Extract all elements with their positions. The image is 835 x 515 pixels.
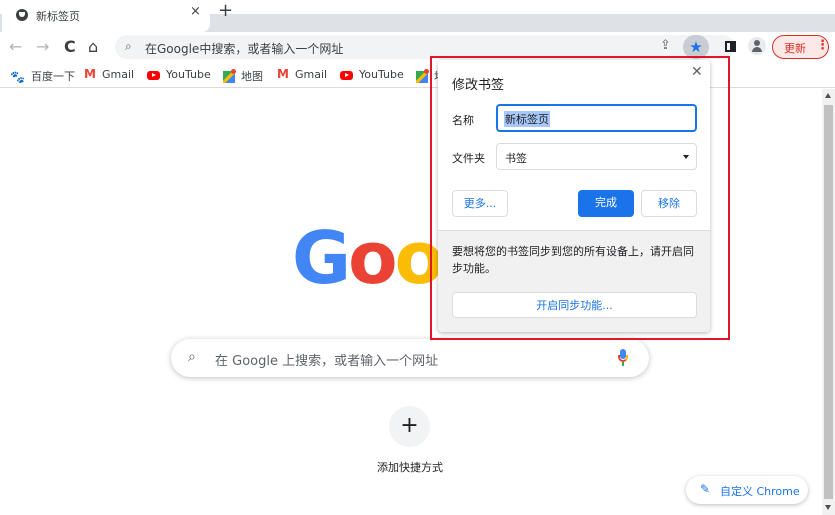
menu-icon[interactable]: ⋮: [816, 38, 829, 53]
more-button[interactable]: 更多...: [452, 190, 508, 217]
ntp-search-box[interactable]: ⌕ 在 Google 上搜索，或者输入一个网址: [171, 339, 649, 377]
search-icon: ⌕: [125, 39, 132, 53]
close-icon[interactable]: ✕: [691, 64, 703, 80]
omnibox[interactable]: ⌕ 在Google中搜索，或者输入一个网址 ⇪: [115, 35, 735, 59]
dialog-title: 修改书签: [452, 78, 505, 93]
logo-letter: o: [394, 216, 444, 300]
logo-letter: o: [348, 216, 397, 300]
bookmark-label: YouTube: [359, 68, 404, 81]
gmail-icon: [277, 67, 289, 81]
bookmark-gmail[interactable]: Gmail: [84, 67, 135, 81]
vertical-scrollbar[interactable]: [822, 89, 835, 515]
done-button[interactable]: 完成: [578, 190, 634, 217]
pencil-icon: ✎: [700, 482, 711, 496]
add-shortcut-button[interactable]: +: [389, 406, 430, 447]
baidu-icon: 🐾: [10, 70, 25, 84]
profile-avatar-icon[interactable]: [748, 37, 766, 55]
new-tab-button[interactable]: +: [218, 2, 233, 20]
youtube-icon: [340, 70, 353, 80]
voice-search-icon[interactable]: [618, 349, 628, 367]
sync-message: 要想将您的书签同步到您的所有设备上，请开启同步功能。: [452, 245, 694, 275]
maps-icon: [223, 69, 236, 83]
bookmark-label: Gmail: [295, 68, 328, 81]
sync-promo: 要想将您的书签同步到您的所有设备上，请开启同步功能。 开启同步功能...: [438, 230, 710, 332]
reload-icon[interactable]: C: [64, 37, 76, 57]
add-shortcut-label: 添加快捷方式: [377, 461, 443, 474]
bookmark-gmail-2[interactable]: Gmail: [277, 67, 328, 81]
scrollbar-thumb[interactable]: [824, 105, 833, 499]
google-logo: Goo: [292, 222, 444, 294]
bookmark-youtube-2[interactable]: YouTube: [340, 68, 404, 81]
bookmark-label: YouTube: [166, 68, 211, 81]
name-label: 名称: [452, 114, 474, 127]
edit-bookmark-dialog: 修改书签 ✕ 名称 新标签页 文件夹 书签 更多... 完成 移除 要想将您的书…: [438, 60, 710, 332]
toolbar: ← → C ⌂ ⌕ 在Google中搜索，或者输入一个网址 ⇪: [0, 32, 835, 62]
logo-letter: G: [292, 216, 351, 300]
search-placeholder: 在 Google 上搜索，或者输入一个网址: [215, 354, 439, 369]
customize-label: 自定义 Chrome: [720, 485, 800, 498]
bookmark-baidu[interactable]: 🐾 百度一下: [10, 68, 75, 84]
chrome-favicon-icon: [16, 9, 28, 21]
home-icon[interactable]: ⌂: [88, 37, 98, 57]
remove-button[interactable]: 移除: [641, 190, 697, 217]
back-icon[interactable]: ←: [9, 37, 22, 57]
youtube-icon: [147, 70, 160, 80]
name-value: 新标签页: [504, 111, 550, 127]
forward-icon[interactable]: →: [36, 37, 49, 57]
bookmark-label: 百度一下: [30, 70, 75, 83]
side-panel-icon[interactable]: [725, 41, 736, 52]
customize-chrome-button[interactable]: ✎ 自定义 Chrome: [686, 476, 808, 504]
bookmark-maps[interactable]: 地图: [223, 68, 263, 84]
tab-strip: 新标签页 × +: [0, 0, 835, 32]
bookmark-label: Gmail: [102, 68, 135, 81]
bookmark-star-icon[interactable]: ★: [683, 35, 709, 59]
folder-value: 书签: [505, 152, 527, 165]
tab-new-tab[interactable]: 新标签页 ×: [2, 0, 210, 32]
chevron-down-icon: [683, 155, 689, 159]
scroll-up-icon[interactable]: [825, 93, 831, 98]
omnibox-placeholder: 在Google中搜索，或者输入一个网址: [145, 42, 344, 56]
search-icon: ⌕: [188, 349, 196, 365]
update-button[interactable]: 更新 ⋮: [772, 35, 829, 59]
folder-select[interactable]: 书签: [496, 143, 697, 170]
plus-icon: +: [400, 413, 419, 438]
turn-on-sync-button[interactable]: 开启同步功能...: [452, 292, 697, 318]
share-icon[interactable]: ⇪: [660, 38, 671, 53]
folder-label: 文件夹: [452, 152, 485, 165]
gmail-icon: [84, 67, 96, 81]
bookmark-label: 地图: [241, 70, 263, 83]
scroll-down-icon[interactable]: [825, 505, 831, 510]
tab-close-icon[interactable]: ×: [190, 4, 201, 19]
bookmark-name-input[interactable]: 新标签页: [496, 104, 697, 132]
maps-icon: [416, 69, 429, 83]
tab-title: 新标签页: [36, 10, 80, 23]
bookmark-youtube[interactable]: YouTube: [147, 68, 211, 81]
update-label: 更新: [784, 42, 806, 55]
